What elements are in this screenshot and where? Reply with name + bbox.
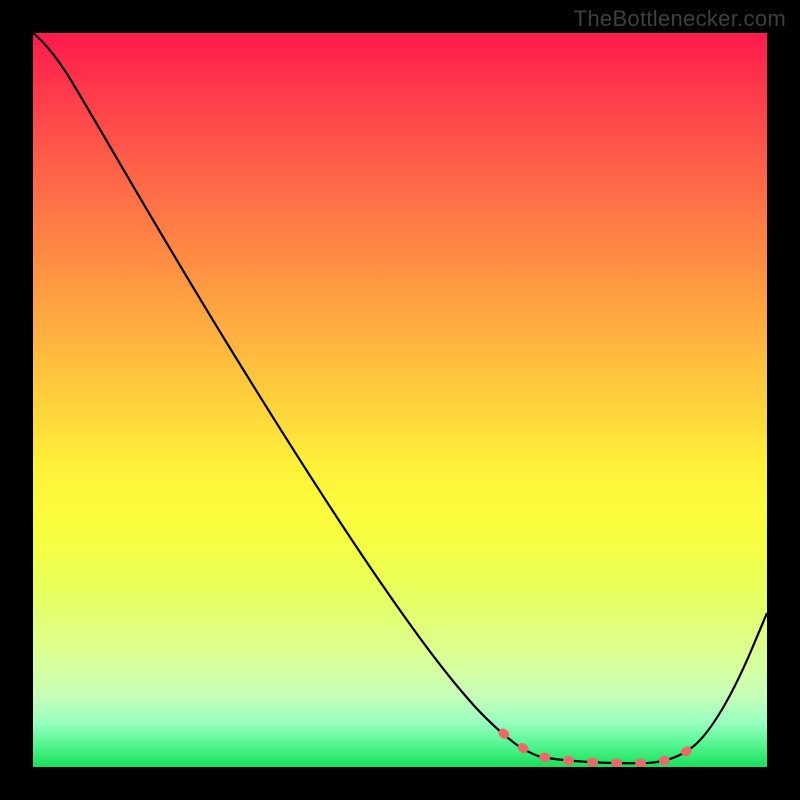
bottleneck-curve-line (33, 33, 767, 763)
chart-svg (33, 33, 767, 767)
chart-container: TheBottlenecker.com (0, 0, 800, 800)
plot-area (33, 33, 767, 767)
attribution-text: TheBottlenecker.com (574, 6, 786, 32)
